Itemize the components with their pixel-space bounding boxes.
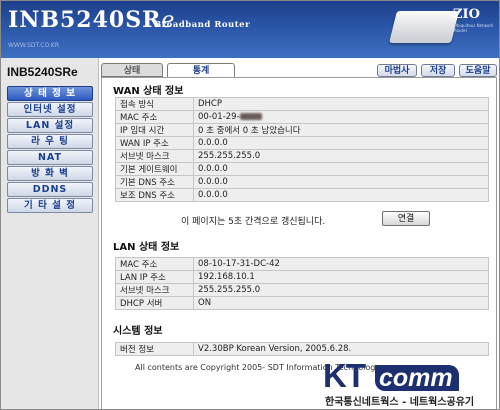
wan-section-title: WAN 상태 정보 bbox=[113, 86, 184, 97]
ktcomm-watermark: KT comm 한국통신네트웍스 - 네트웍스공유기 bbox=[315, 357, 499, 409]
brand-logo: ZIO bbox=[453, 7, 480, 22]
table-row: 서브넷 마스크 255.255.255.0 bbox=[115, 149, 489, 163]
model-name: INB5240SRe bbox=[7, 65, 78, 79]
header-banner: INB5240SRe Broadband Router WWW.SDT.CO.K… bbox=[1, 1, 499, 58]
watermark-kt-text: KT bbox=[323, 357, 366, 394]
table-row: MAC 주소 00-01-29- bbox=[115, 110, 489, 124]
wizard-button[interactable]: 마법사 bbox=[377, 64, 417, 77]
tab-statistics[interactable]: 통계 bbox=[167, 63, 235, 77]
wan-label-mac: MAC 주소 bbox=[115, 110, 194, 124]
lan-value-subnet: 255.255.255.0 bbox=[193, 283, 489, 297]
router-admin-window: INB5240SRe Broadband Router WWW.SDT.CO.K… bbox=[0, 0, 500, 410]
table-row: 기본 게이트웨이 0.0.0.0 bbox=[115, 162, 489, 176]
table-row: LAN IP 주소 192.168.10.1 bbox=[115, 270, 489, 284]
wan-label-subnet: 서브넷 마스크 bbox=[115, 149, 194, 163]
system-info-table: 버전 정보 V2.30BP Korean Version, 2005.6.28. bbox=[115, 342, 489, 356]
wan-label-ip: WAN IP 주소 bbox=[115, 136, 194, 150]
sidebar-item-firewall[interactable]: 방 화 벽 bbox=[7, 166, 93, 181]
redaction-mark bbox=[239, 113, 262, 120]
product-logo: INB5240SRe bbox=[8, 7, 175, 33]
lan-label-subnet: 서브넷 마스크 bbox=[115, 283, 194, 297]
lan-section-title: LAN 상태 정보 bbox=[113, 242, 180, 253]
wan-label-secondary-dns: 보조 DNS 주소 bbox=[115, 188, 194, 202]
wan-info-table: 접속 방식 DHCP MAC 주소 00-01-29- IP 임대 시간 0 초 중에… bbox=[115, 97, 489, 202]
wan-value-ip: 0.0.0.0 bbox=[193, 136, 489, 150]
system-value-version: V2.30BP Korean Version, 2005.6.28. bbox=[193, 342, 489, 356]
wan-label-connection-type: 접속 방식 bbox=[115, 97, 194, 111]
sidebar-item-routing[interactable]: 라 우 팅 bbox=[7, 134, 93, 149]
wan-value-connection-type: DHCP bbox=[193, 97, 489, 111]
lan-label-mac: MAC 주소 bbox=[115, 257, 194, 271]
sidebar-item-internet-setup[interactable]: 인터넷 설정 bbox=[7, 102, 93, 117]
lan-label-dhcp-server: DHCP 서버 bbox=[115, 296, 194, 310]
sidebar-item-nat[interactable]: NAT bbox=[7, 150, 93, 165]
wan-label-gateway: 기본 게이트웨이 bbox=[115, 162, 194, 176]
system-section-title: 시스템 정보 bbox=[113, 326, 163, 337]
logo-main-text: INB5240SR bbox=[8, 7, 162, 33]
refresh-notice: 이 페이지는 5초 간격으로 갱신됩니다. bbox=[181, 217, 326, 227]
lan-value-ip: 192.168.10.1 bbox=[193, 270, 489, 284]
watermark-comm-text: comm bbox=[375, 365, 459, 391]
wan-value-subnet: 255.255.255.0 bbox=[193, 149, 489, 163]
sidebar-item-ddns[interactable]: DDNS bbox=[7, 182, 93, 197]
wan-value-mac: 00-01-29- bbox=[193, 110, 489, 124]
system-label-version: 버전 정보 bbox=[115, 342, 194, 356]
wan-label-primary-dns: 기본 DNS 주소 bbox=[115, 175, 194, 189]
wan-value-secondary-dns: 0.0.0.0 bbox=[193, 188, 489, 202]
router-device-image bbox=[389, 11, 459, 43]
lan-info-table: MAC 주소 08-10-17-31-DC-42 LAN IP 주소 192.168… bbox=[115, 257, 489, 310]
connect-button[interactable]: 연결 bbox=[382, 211, 430, 226]
sidebar-item-other-settings[interactable]: 기 타 설 정 bbox=[7, 198, 93, 213]
wan-value-gateway: 0.0.0.0 bbox=[193, 162, 489, 176]
product-subtitle: Broadband Router bbox=[154, 20, 251, 30]
table-row: 기본 DNS 주소 0.0.0.0 bbox=[115, 175, 489, 189]
save-button[interactable]: 저장 bbox=[421, 64, 455, 77]
company-url: WWW.SDT.CO.KR bbox=[8, 42, 59, 49]
table-row: 서브넷 마스크 255.255.255.0 bbox=[115, 283, 489, 297]
sidebar-item-lan-setup[interactable]: LAN 설정 bbox=[7, 118, 93, 133]
table-row: 버전 정보 V2.30BP Korean Version, 2005.6.28. bbox=[115, 342, 489, 356]
wan-label-lease-time: IP 임대 시간 bbox=[115, 123, 194, 137]
lan-value-mac: 08-10-17-31-DC-42 bbox=[193, 257, 489, 271]
watermark-caption: 한국통신네트웍스 - 네트웍스공유기 bbox=[323, 393, 477, 408]
wan-mac-text: 00-01-29- bbox=[198, 112, 240, 122]
table-row: DHCP 서버 ON bbox=[115, 296, 489, 310]
sidebar-item-status[interactable]: 상 태 정 보 bbox=[7, 86, 93, 101]
lan-label-ip: LAN IP 주소 bbox=[115, 270, 194, 284]
help-button[interactable]: 도움말 bbox=[459, 64, 497, 77]
table-row: MAC 주소 08-10-17-31-DC-42 bbox=[115, 257, 489, 271]
table-row: 접속 방식 DHCP bbox=[115, 97, 489, 111]
table-row: IP 임대 시간 0 초 중에서 0 초 남았습니다 bbox=[115, 123, 489, 137]
tab-status[interactable]: 상태 bbox=[101, 63, 163, 77]
wan-value-lease-time: 0 초 중에서 0 초 남았습니다 bbox=[193, 123, 489, 137]
brand-tagline: Ubiquitous Network Router bbox=[454, 23, 494, 33]
lan-value-dhcp-server: ON bbox=[193, 296, 489, 310]
table-row: WAN IP 주소 0.0.0.0 bbox=[115, 136, 489, 150]
wan-value-primary-dns: 0.0.0.0 bbox=[193, 175, 489, 189]
table-row: 보조 DNS 주소 0.0.0.0 bbox=[115, 188, 489, 202]
